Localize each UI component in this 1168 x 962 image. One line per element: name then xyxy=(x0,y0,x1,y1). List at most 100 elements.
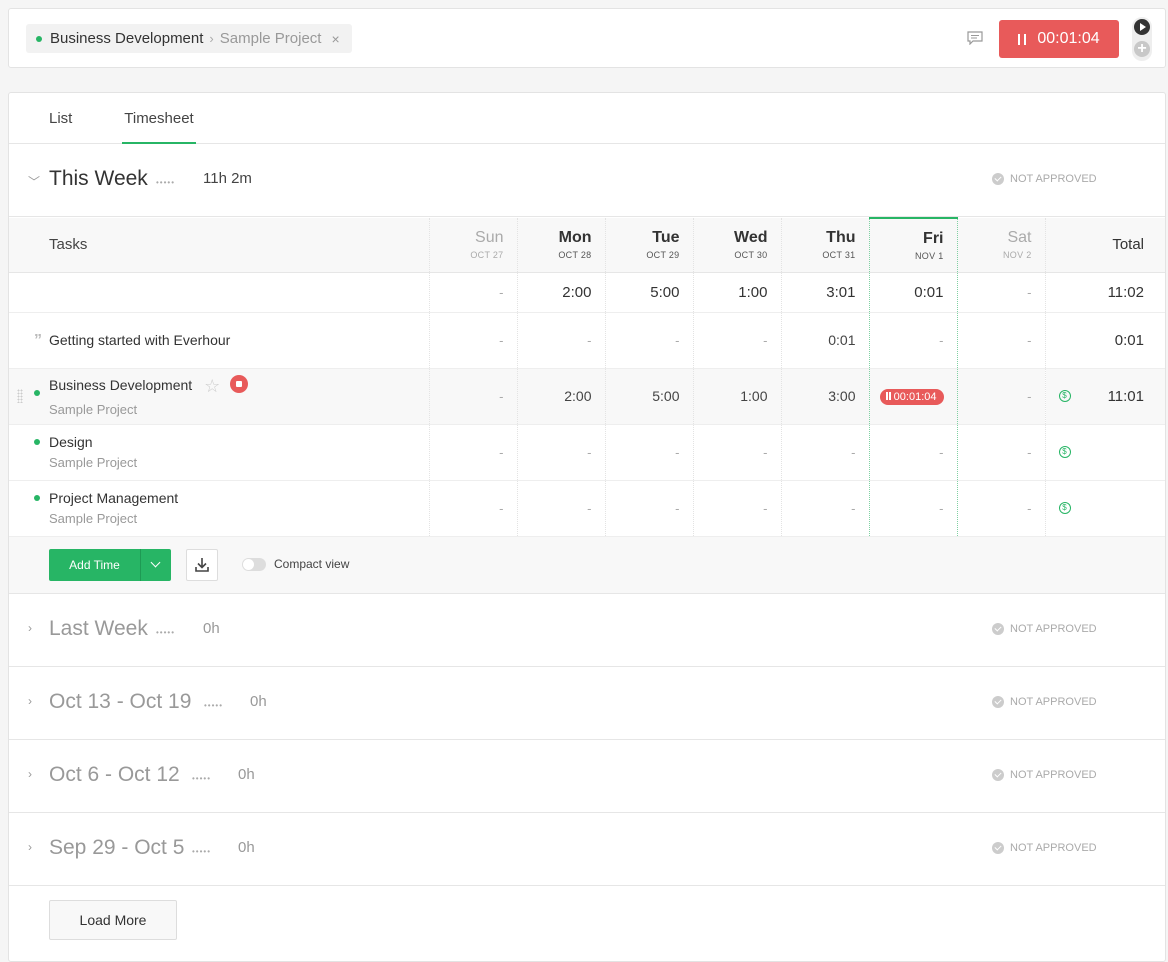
current-task-breadcrumb[interactable]: Business Development › Sample Project × xyxy=(26,24,352,53)
approval-status-label: NOT APPROVED xyxy=(1010,695,1097,708)
drag-handle-icon[interactable] xyxy=(17,388,23,403)
time-cell[interactable]: - xyxy=(604,480,693,536)
breadcrumb-subproject[interactable]: Sample Project xyxy=(220,30,322,47)
chevron-right-icon[interactable]: › xyxy=(28,621,32,635)
daily-total: 5:00 xyxy=(604,272,693,312)
week-header-last-week[interactable]: › Last Week ••••• 0h NOT APPROVED xyxy=(9,594,1165,667)
week-header-this-week[interactable]: ﹀ This Week ••••• 11h 2m NOT APPROVED xyxy=(9,144,1165,217)
day-header-sun: Sun OCT 27 xyxy=(428,218,517,272)
row-total: $ xyxy=(1044,424,1165,480)
compact-view-toggle[interactable] xyxy=(242,557,266,571)
task-name[interactable]: Project Management xyxy=(49,490,416,506)
row-total: $ xyxy=(1044,480,1165,536)
task-row: Project Management Sample Project - - - … xyxy=(9,480,1165,536)
week-header-sep-29[interactable]: › Sep 29 - Oct 5 ••••• 0h NOT APPROVED xyxy=(9,813,1165,886)
add-time-button[interactable]: Add Time xyxy=(49,549,140,581)
close-icon[interactable]: × xyxy=(331,31,339,47)
chevron-right-icon[interactable]: › xyxy=(28,840,32,854)
add-time-button-group: Add Time xyxy=(49,548,171,581)
day-header-fri-today: Fri NOV 1 xyxy=(868,217,958,272)
status-dot-icon xyxy=(34,438,40,445)
time-cell[interactable]: 3:00 xyxy=(780,368,869,424)
week-header-oct-13[interactable]: › Oct 13 - Oct 19 ••••• 0h NOT APPROVED xyxy=(9,667,1165,740)
stop-timer-button[interactable]: 00:01:04 xyxy=(999,20,1119,58)
row-total: 0:01 xyxy=(1044,312,1165,368)
chevron-right-icon[interactable]: › xyxy=(28,767,32,781)
task-name-cell[interactable]: Project Management Sample Project xyxy=(9,480,429,536)
time-cell[interactable]: - xyxy=(692,312,781,368)
time-cell[interactable]: - xyxy=(516,424,605,480)
time-cell[interactable]: - xyxy=(428,424,517,480)
task-project: Sample Project xyxy=(49,402,138,417)
week-header-oct-6[interactable]: › Oct 6 - Oct 12 ••••• 0h NOT APPROVED xyxy=(9,740,1165,813)
billable-icon[interactable]: $ xyxy=(1058,390,1071,402)
task-name[interactable]: Business Development xyxy=(49,377,192,393)
time-cell[interactable]: - xyxy=(604,312,693,368)
time-cell[interactable]: - xyxy=(780,480,869,536)
time-cell[interactable]: - xyxy=(956,480,1045,536)
task-name-cell[interactable]: Business Development ☆ Sample Project xyxy=(9,368,429,424)
check-circle-icon xyxy=(992,622,1004,635)
time-cell[interactable]: - xyxy=(868,480,958,536)
time-cell[interactable]: 2:00 xyxy=(516,368,605,424)
breadcrumb-separator-icon: › xyxy=(209,31,214,46)
more-dots-icon[interactable]: ••••• xyxy=(192,774,211,783)
chevron-right-icon[interactable]: › xyxy=(28,694,32,708)
tab-list[interactable]: List xyxy=(49,93,72,144)
time-cell[interactable]: - xyxy=(956,368,1045,424)
check-circle-icon xyxy=(992,695,1004,708)
time-cell[interactable]: - xyxy=(604,424,693,480)
task-name-cell[interactable]: ” Getting started with Everhour xyxy=(9,312,429,368)
more-dots-icon[interactable]: ••••• xyxy=(156,178,175,187)
week-hours: 0h xyxy=(238,838,255,856)
time-cell[interactable]: - xyxy=(692,480,781,536)
time-cell[interactable]: - xyxy=(780,424,869,480)
time-cell[interactable]: - xyxy=(956,312,1045,368)
time-cell-running[interactable]: 00:01:04 xyxy=(868,368,958,424)
play-icon[interactable] xyxy=(1134,19,1150,35)
timer-side-controls: + xyxy=(1132,17,1152,61)
download-icon xyxy=(195,557,209,572)
task-name[interactable]: Getting started with Everhour xyxy=(49,332,230,348)
comment-icon[interactable] xyxy=(967,31,983,45)
week-title: Last Week xyxy=(49,616,148,640)
approval-status-label: NOT APPROVED xyxy=(1010,841,1097,854)
approval-status-label: NOT APPROVED xyxy=(1010,173,1097,185)
time-cell[interactable]: - xyxy=(868,424,958,480)
stop-icon[interactable] xyxy=(230,375,249,393)
time-cell[interactable]: 5:00 xyxy=(604,368,693,424)
time-cell[interactable]: - xyxy=(516,312,605,368)
task-name-cell[interactable]: Design Sample Project xyxy=(9,424,429,480)
time-cell[interactable]: - xyxy=(428,312,517,368)
chevron-down-icon[interactable] xyxy=(140,548,171,581)
time-cell[interactable]: 1:00 xyxy=(692,368,781,424)
task-row: Design Sample Project - - - - - - - $ xyxy=(9,424,1165,480)
time-cell[interactable]: - xyxy=(868,312,958,368)
daily-total: - xyxy=(428,272,517,312)
billable-icon[interactable]: $ xyxy=(1058,502,1071,514)
time-cell[interactable]: - xyxy=(428,368,517,424)
breadcrumb-project[interactable]: Business Development xyxy=(50,30,203,47)
daily-total: 3:01 xyxy=(780,272,869,312)
tab-timesheet[interactable]: Timesheet xyxy=(122,93,196,144)
daily-total: 1:00 xyxy=(692,272,781,312)
more-dots-icon[interactable]: ••••• xyxy=(192,847,211,856)
plus-icon[interactable]: + xyxy=(1134,41,1150,57)
load-more-button[interactable]: Load More xyxy=(49,900,177,940)
running-timer-badge[interactable]: 00:01:04 xyxy=(879,389,944,405)
time-cell[interactable]: 0:01 xyxy=(780,312,869,368)
time-cell[interactable]: - xyxy=(516,480,605,536)
week-hours: 0h xyxy=(250,692,267,710)
time-cell[interactable]: - xyxy=(692,424,781,480)
more-dots-icon[interactable]: ••••• xyxy=(156,628,175,637)
task-name[interactable]: Design xyxy=(49,434,416,450)
week-title: Sep 29 - Oct 5 xyxy=(49,835,185,859)
export-button[interactable] xyxy=(186,548,218,581)
time-cell[interactable]: - xyxy=(428,480,517,536)
billable-icon[interactable]: $ xyxy=(1058,446,1071,458)
chevron-down-icon[interactable]: ﹀ xyxy=(28,173,40,190)
star-icon[interactable]: ☆ xyxy=(204,376,220,396)
time-cell[interactable]: - xyxy=(956,424,1045,480)
grand-total: 11:02 xyxy=(1044,272,1165,312)
more-dots-icon[interactable]: ••••• xyxy=(204,701,223,710)
